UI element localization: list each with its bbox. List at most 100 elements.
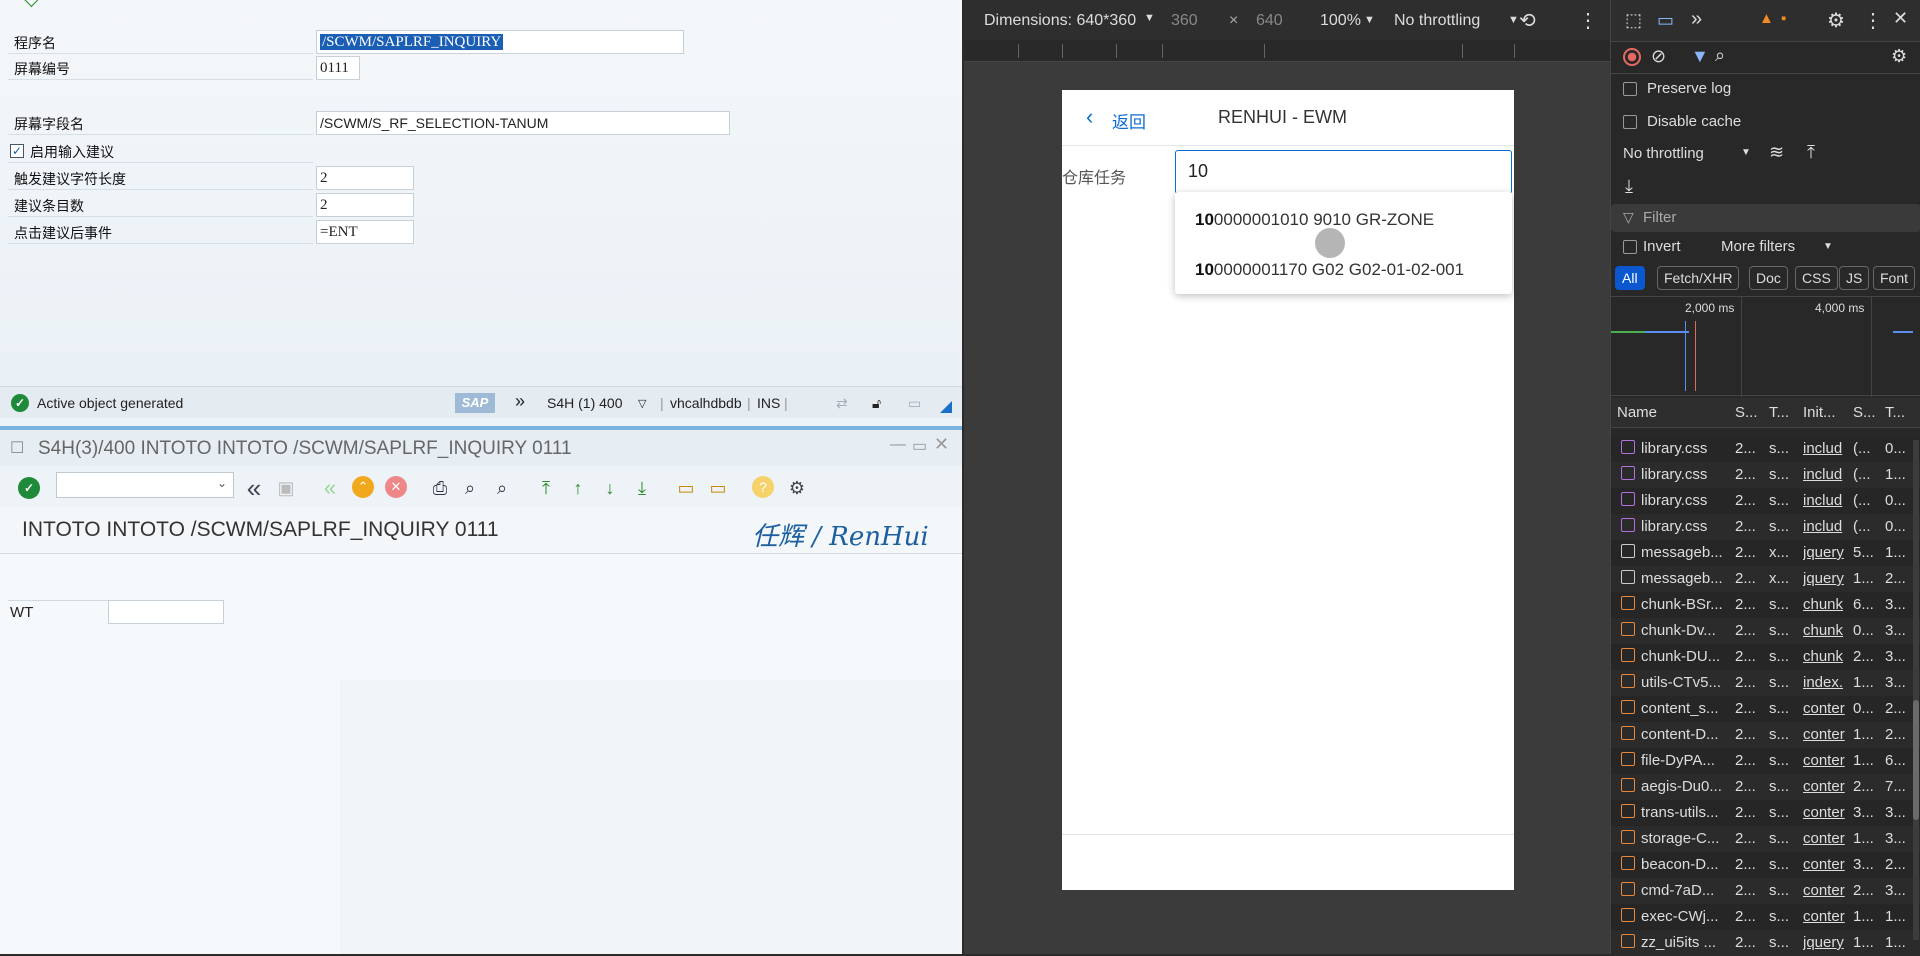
find-next-icon[interactable]: ⌕ bbox=[490, 476, 514, 500]
task-input[interactable]: 10 bbox=[1175, 150, 1512, 194]
filter-input[interactable]: ▽ Filter bbox=[1611, 204, 1920, 232]
network-row[interactable]: library.css 2... s... includ (... 0... bbox=[1611, 514, 1920, 540]
cell-init[interactable]: includ bbox=[1803, 492, 1849, 509]
collapse-icon[interactable]: « bbox=[242, 475, 266, 501]
type-filter-all[interactable]: All bbox=[1615, 266, 1645, 290]
network-row[interactable]: storage-C... 2... s... conter 1... 3... bbox=[1611, 826, 1920, 852]
type-filter-js[interactable]: JS bbox=[1839, 266, 1870, 290]
column-time[interactable]: T... bbox=[1885, 404, 1905, 421]
wifi-icon[interactable]: ≋ bbox=[1769, 142, 1784, 163]
settings-icon[interactable]: ⚙ bbox=[1827, 8, 1845, 33]
more-filters-button[interactable]: More filters bbox=[1721, 238, 1795, 255]
network-row[interactable]: content-D... 2... s... conter 1... 2... bbox=[1611, 722, 1920, 748]
enter-icon[interactable]: ✓ bbox=[18, 477, 40, 499]
next-page-icon[interactable]: ↓ bbox=[598, 476, 622, 500]
rotate-icon[interactable]: ⟲ bbox=[1519, 8, 1536, 33]
cell-init[interactable]: jquery bbox=[1803, 544, 1849, 561]
preserve-log-checkbox[interactable] bbox=[1623, 82, 1637, 96]
chevron-down-icon[interactable]: ▼ bbox=[1508, 14, 1519, 26]
network-row[interactable]: messageb... 2... x... jquery 5... 1... bbox=[1611, 540, 1920, 566]
network-row[interactable]: messageb... 2... x... jquery 1... 2... bbox=[1611, 566, 1920, 592]
chevron-down-icon[interactable]: ▼ bbox=[1741, 147, 1751, 158]
column-status[interactable]: S... bbox=[1735, 404, 1758, 421]
scrollbar[interactable] bbox=[1913, 440, 1919, 940]
resize-corner-icon[interactable] bbox=[940, 401, 952, 413]
more-tabs-icon[interactable]: » bbox=[1691, 8, 1702, 31]
chevron-down-icon[interactable]: ▼ bbox=[1144, 12, 1155, 24]
width-input[interactable]: 360 bbox=[1171, 12, 1198, 30]
field-name-field[interactable]: /SCWM/S_RF_SELECTION-TANUM bbox=[316, 111, 730, 135]
type-filter-css[interactable]: CSS bbox=[1795, 266, 1838, 290]
exit-icon[interactable]: ⌃ bbox=[352, 476, 374, 498]
download-icon[interactable]: ⤓ bbox=[1625, 176, 1633, 197]
network-row[interactable]: library.css 2... s... includ (... 1... bbox=[1611, 462, 1920, 488]
network-row[interactable]: cmd-7aD... 2... s... conter 2... 3... bbox=[1611, 878, 1920, 904]
suggestion-item[interactable]: 100000001010 9010 GR-ZONE bbox=[1195, 210, 1434, 230]
zoom-select[interactable]: 100% bbox=[1320, 12, 1361, 30]
more-options-icon[interactable]: ⋮ bbox=[1863, 8, 1883, 33]
network-row[interactable]: chunk-BSr... 2... s... chunk 6... 3... bbox=[1611, 592, 1920, 618]
chevron-down-icon[interactable]: ▼ bbox=[1364, 14, 1375, 26]
create-session-icon[interactable]: ▭ bbox=[674, 476, 698, 500]
chevron-down-icon[interactable]: ▼ bbox=[1823, 241, 1833, 252]
back-icon[interactable]: « bbox=[318, 476, 342, 500]
close-icon[interactable]: ✕ bbox=[1893, 8, 1908, 29]
cell-init[interactable]: conter bbox=[1803, 726, 1849, 743]
cell-init[interactable]: conter bbox=[1803, 882, 1849, 899]
network-row[interactable]: chunk-DU... 2... s... chunk 2... 3... bbox=[1611, 644, 1920, 670]
cell-init[interactable]: conter bbox=[1803, 830, 1849, 847]
invert-checkbox[interactable] bbox=[1623, 240, 1637, 254]
gear-icon[interactable]: ⚙ bbox=[785, 476, 809, 500]
more-options-icon[interactable]: ⋮ bbox=[1578, 8, 1598, 33]
type-filter-fetch[interactable]: Fetch/XHR bbox=[1657, 266, 1740, 290]
cell-init[interactable]: chunk bbox=[1803, 596, 1849, 613]
count-field[interactable]: 2 bbox=[316, 193, 414, 217]
network-row[interactable]: library.css 2... s... includ (... 0... bbox=[1611, 488, 1920, 514]
print-icon[interactable]: ⎙ bbox=[428, 476, 452, 500]
expand-status-icon[interactable]: » bbox=[515, 391, 525, 412]
network-row[interactable]: trans-utils... 2... s... conter 3... 3... bbox=[1611, 800, 1920, 826]
cell-init[interactable]: conter bbox=[1803, 752, 1849, 769]
network-overview[interactable]: 2,000 ms 4,000 ms bbox=[1611, 296, 1920, 397]
cell-init[interactable]: chunk bbox=[1803, 648, 1849, 665]
last-page-icon[interactable]: ⤓ bbox=[630, 476, 654, 500]
network-row[interactable]: beacon-D... 2... s... conter 3... 2... bbox=[1611, 852, 1920, 878]
cell-init[interactable]: conter bbox=[1803, 778, 1849, 795]
cell-init[interactable]: chunk bbox=[1803, 622, 1849, 639]
prev-page-icon[interactable]: ↑ bbox=[566, 476, 590, 500]
command-field[interactable]: ⌄ bbox=[56, 472, 234, 498]
help-icon[interactable]: ? bbox=[752, 476, 774, 498]
screen-field[interactable]: 0111 bbox=[316, 56, 360, 80]
cell-init[interactable]: includ bbox=[1803, 466, 1849, 483]
warning-icon[interactable]: ▲ bbox=[1759, 10, 1774, 27]
network-row[interactable]: chunk-Dv... 2... s... chunk 0... 3... bbox=[1611, 618, 1920, 644]
program-field[interactable]: /SCWM/SAPLRF_INQUIRY bbox=[316, 30, 684, 54]
cell-init[interactable]: includ bbox=[1803, 518, 1849, 535]
cell-init[interactable]: includ bbox=[1803, 440, 1849, 457]
record-icon[interactable] bbox=[1623, 48, 1641, 66]
lock-icon[interactable]: 🔓︎ bbox=[872, 395, 881, 412]
column-name[interactable]: Name bbox=[1617, 404, 1657, 421]
cell-init[interactable]: jquery bbox=[1803, 570, 1849, 587]
suggestion-item[interactable]: 100000001170 G02 G02-01-02-001 bbox=[1195, 260, 1464, 280]
dimensions-select[interactable]: Dimensions: 640*360 bbox=[984, 12, 1136, 30]
height-input[interactable]: 640 bbox=[1256, 12, 1283, 30]
network-row[interactable]: file-DyPA... 2... s... conter 1... 6... bbox=[1611, 748, 1920, 774]
network-row[interactable]: utils-CTv5... 2... s... index. 1... 3... bbox=[1611, 670, 1920, 696]
chevron-left-icon[interactable]: ‹ bbox=[1086, 104, 1093, 130]
clear-icon[interactable]: ⊘ bbox=[1651, 46, 1666, 67]
type-filter-doc[interactable]: Doc bbox=[1749, 266, 1788, 290]
device-toggle-icon[interactable]: ▭ bbox=[1657, 10, 1674, 31]
cell-init[interactable]: conter bbox=[1803, 908, 1849, 925]
upload-icon[interactable]: ⤒ bbox=[1807, 142, 1815, 163]
first-page-icon[interactable]: ⤒ bbox=[534, 476, 558, 500]
cell-init[interactable]: index. bbox=[1803, 674, 1849, 691]
throttling-select[interactable]: No throttling bbox=[1623, 145, 1704, 162]
chevron-down-icon[interactable]: ⌄ bbox=[217, 476, 227, 490]
column-initiator[interactable]: Init... bbox=[1803, 404, 1836, 421]
cell-init[interactable]: conter bbox=[1803, 804, 1849, 821]
network-row[interactable]: aegis-Du0... 2... s... conter 2... 7... bbox=[1611, 774, 1920, 800]
minimize-icon[interactable]: — bbox=[890, 436, 906, 454]
column-size[interactable]: S... bbox=[1853, 404, 1876, 421]
find-icon[interactable]: ⌕ bbox=[458, 476, 482, 500]
